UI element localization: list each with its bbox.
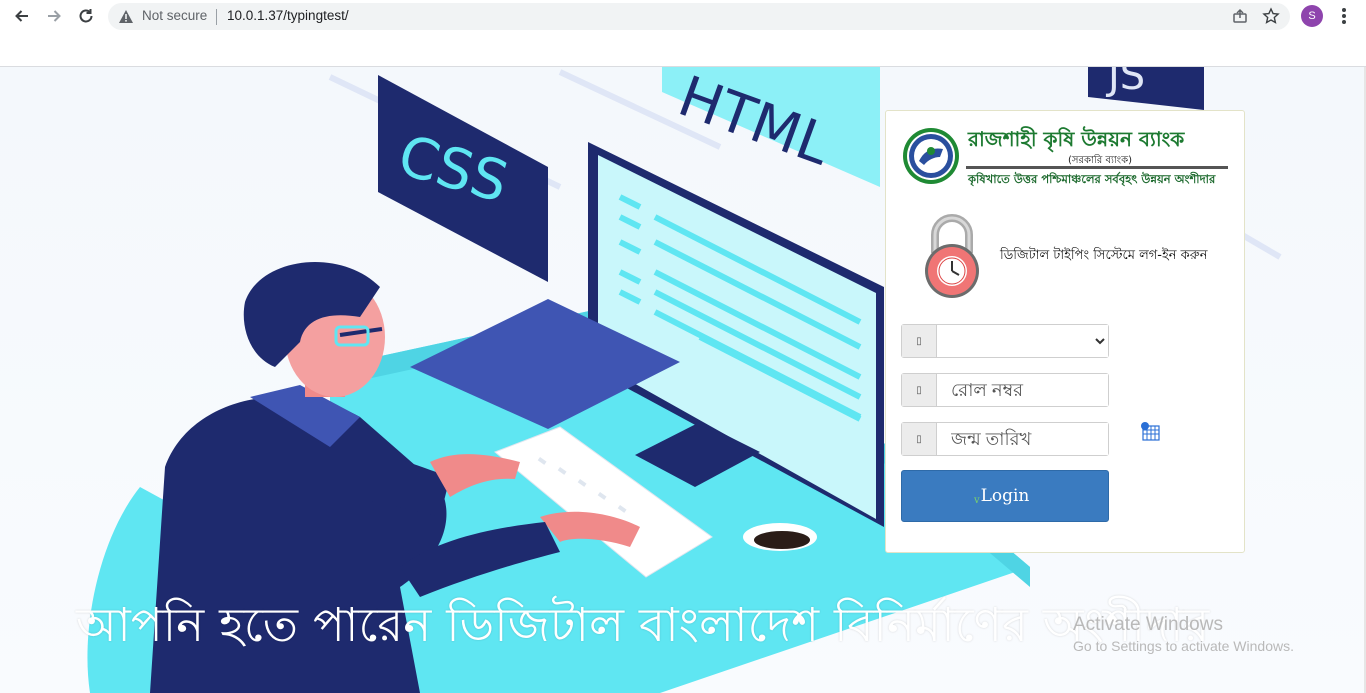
arrow-right-icon [48,10,61,22]
url-text[interactable]: 10.0.1.37/typingtest/ [227,8,349,23]
exam-select-field: ▯ [901,324,1109,358]
page-content: CSS HTML JS আপনি হতে পারেন ডিজিটাল বাংলা… [0,67,1366,693]
security-label[interactable]: Not secure [142,8,207,23]
login-message: ডিজিটাল টাইপিং সিস্টেমে লগ-ইন করুন [1000,248,1208,263]
bookmark-star-icon[interactable] [1262,7,1280,25]
html-board: HTML [662,67,880,187]
check-icon: v [974,495,980,506]
user-addon-icon: ▯ [902,374,937,406]
reload-button[interactable] [74,4,98,28]
bank-logo-icon [903,128,959,184]
back-button[interactable] [10,4,34,28]
share-icon[interactable] [1232,8,1248,24]
activate-title: Activate Windows [1073,614,1223,635]
address-bar[interactable]: Not secure 10.0.1.37/typingtest/ [108,3,1290,30]
dob-field: ▯ [901,422,1109,456]
login-panel: রাজশাহী কৃষি উন্নয়ন ব্যাংক (সরকারি ব্যা… [885,110,1245,553]
activate-subtitle: Go to Settings to activate Windows. [1073,638,1294,654]
browser-toolbar: Not secure 10.0.1.37/typingtest/ S [0,0,1366,67]
js-board: JS [1088,67,1204,110]
forward-button[interactable] [42,4,66,28]
roll-number-field: ▯ [901,373,1109,407]
select-addon-icon: ▯ [902,325,937,357]
profile-avatar[interactable]: S [1301,5,1323,27]
login-button-label: Login [980,486,1030,506]
login-button[interactable]: v Login [901,470,1109,522]
exam-select[interactable] [938,325,1108,357]
roll-number-input[interactable] [938,374,1108,406]
bank-tagline: কৃষিখাতে উত্তর পশ্চিমাঞ্চলের সর্ববৃহৎ উন… [968,172,1216,186]
omnibox-divider [216,9,217,25]
calendar-addon-icon: ▯ [902,423,937,455]
bank-divider [966,166,1228,169]
more-options-icon[interactable] [1335,4,1353,28]
css-board: CSS [378,75,548,282]
dob-input[interactable] [938,423,1108,455]
headline: আপনি হতে পারেন ডিজিটাল বাংলাদেশ বিনির্মা… [76,598,1210,653]
activate-windows-watermark: Activate Windows Go to Settings to activ… [1073,614,1294,654]
arrow-left-icon [15,10,28,22]
reload-icon [79,9,93,23]
js-label: JS [1105,67,1145,99]
calendar-picker-icon[interactable] [1140,421,1160,441]
padlock-icon [925,214,979,298]
warning-icon[interactable] [118,9,134,24]
